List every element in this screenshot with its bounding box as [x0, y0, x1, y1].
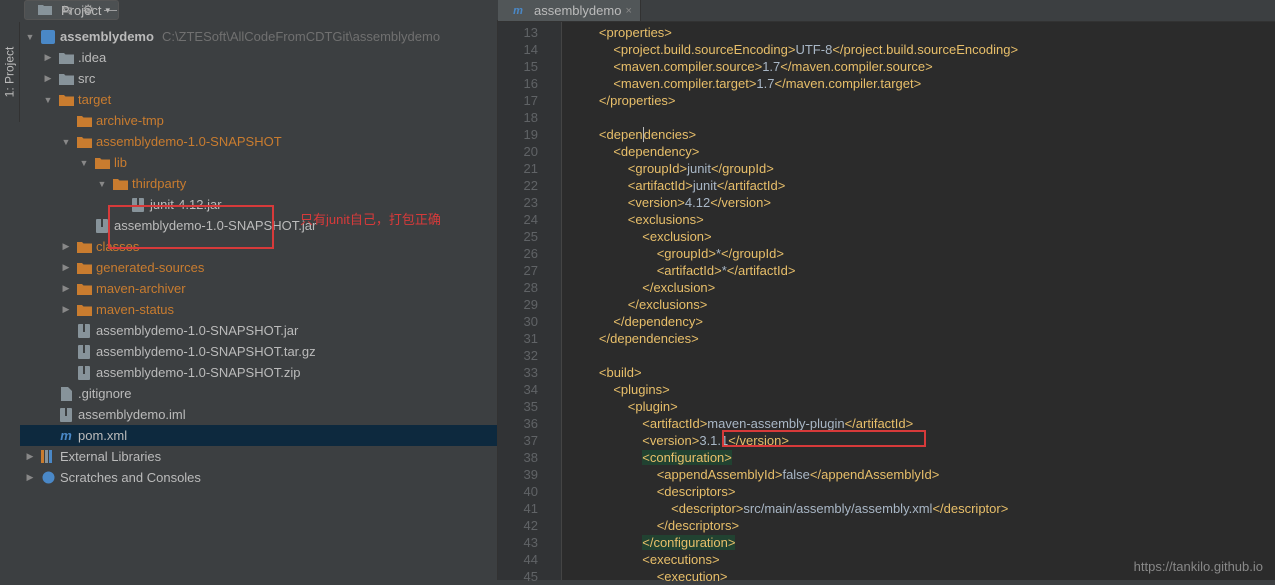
maven-icon: m: [58, 428, 74, 444]
tree-item[interactable]: thirdparty: [20, 173, 497, 194]
tree-item[interactable]: mpom.xml: [20, 425, 497, 446]
code-line[interactable]: </properties>: [570, 92, 1275, 109]
code-line[interactable]: <maven.compiler.target>1.7</maven.compil…: [570, 75, 1275, 92]
editor-area: m assemblydemo × 13141516171819202122232…: [498, 0, 1275, 580]
tree-item[interactable]: archive-tmp: [20, 110, 497, 131]
file-icon: [58, 386, 74, 402]
archive-icon: [58, 407, 74, 423]
folder-orange-icon: [76, 113, 92, 129]
code-line[interactable]: </descriptors>: [570, 517, 1275, 534]
code-line[interactable]: <version>4.12</version>: [570, 194, 1275, 211]
tree-item[interactable]: maven-status: [20, 299, 497, 320]
code-line[interactable]: <properties>: [570, 24, 1275, 41]
project-tool-tab[interactable]: 1: Project: [0, 22, 20, 122]
tree-item[interactable]: assemblydemo-1.0-SNAPSHOT.jar: [20, 320, 497, 341]
tree-item[interactable]: target: [20, 89, 497, 110]
tree-item[interactable]: lib: [20, 152, 497, 173]
code-line[interactable]: <artifactId>junit</artifactId>: [570, 177, 1275, 194]
watermark: https://tankilo.github.io: [1134, 559, 1263, 574]
code-line[interactable]: </exclusion>: [570, 279, 1275, 296]
code-line[interactable]: <descriptor>src/main/assembly/assembly.x…: [570, 500, 1275, 517]
code-line[interactable]: <exclusion>: [570, 228, 1275, 245]
folder-orange-icon: [58, 92, 74, 108]
tree-item[interactable]: assemblydemo-1.0-SNAPSHOT.tar.gz: [20, 341, 497, 362]
code-line[interactable]: </configuration>: [570, 534, 1275, 551]
folder-orange-icon: [76, 239, 92, 255]
folder-orange-icon: [94, 155, 110, 171]
code-line[interactable]: <artifactId>*</artifactId>: [570, 262, 1275, 279]
archive-icon: [76, 365, 92, 381]
module-icon: [40, 29, 56, 45]
scratch-icon: [40, 470, 56, 486]
code-line[interactable]: [570, 347, 1275, 364]
code-line[interactable]: <build>: [570, 364, 1275, 381]
folder-icon: [58, 71, 74, 87]
folder-icon: [37, 2, 53, 18]
tree-item[interactable]: generated-sources: [20, 257, 497, 278]
code-line[interactable]: <configuration>: [570, 449, 1275, 466]
code-line[interactable]: </dependencies>: [570, 330, 1275, 347]
gutter-glyphs: [546, 22, 562, 580]
project-panel-toolbar: Project ▾ ⇆ ⚙ —: [20, 0, 123, 20]
code-line[interactable]: <plugins>: [570, 381, 1275, 398]
code-line[interactable]: <dependency>: [570, 143, 1275, 160]
tree-root[interactable]: assemblydemoC:\ZTESoft\AllCodeFromCDTGit…: [20, 26, 497, 47]
code-line[interactable]: <plugin>: [570, 398, 1275, 415]
tree-item[interactable]: Scratches and Consoles: [20, 467, 497, 488]
code-line[interactable]: </exclusions>: [570, 296, 1275, 313]
code-line[interactable]: <descriptors>: [570, 483, 1275, 500]
code-line[interactable]: [570, 109, 1275, 126]
annotation-text: 只有junit自己，打包正确: [300, 209, 441, 228]
folder-orange-icon: [76, 134, 92, 150]
project-tree-panel: assemblydemoC:\ZTESoft\AllCodeFromCDTGit…: [20, 20, 498, 580]
code-line[interactable]: <exclusions>: [570, 211, 1275, 228]
tree-item[interactable]: assemblydemo-1.0-SNAPSHOT.zip: [20, 362, 497, 383]
tree-item[interactable]: assemblydemo.iml: [20, 404, 497, 425]
code-line[interactable]: </dependency>: [570, 313, 1275, 330]
folder-orange-icon: [76, 302, 92, 318]
collapse-icon[interactable]: ⇆: [61, 2, 72, 18]
tree-item[interactable]: assemblydemo-1.0-SNAPSHOT: [20, 131, 497, 152]
folder-orange-icon: [76, 260, 92, 276]
editor-tab-bar: m assemblydemo ×: [498, 0, 1275, 22]
code-line[interactable]: <project.build.sourceEncoding>UTF-8</pro…: [570, 41, 1275, 58]
code-editor[interactable]: <properties> <project.build.sourceEncodi…: [562, 22, 1275, 580]
code-line[interactable]: <dependencies>: [570, 126, 1275, 143]
lib-icon: [40, 449, 56, 465]
line-number-gutter[interactable]: 1314151617181920212223242526272829303132…: [498, 22, 546, 580]
gear-icon[interactable]: ⚙: [82, 2, 94, 18]
archive-icon: [76, 344, 92, 360]
code-line[interactable]: <maven.compiler.source>1.7</maven.compil…: [570, 58, 1275, 75]
code-annotation-box: [722, 430, 926, 447]
tree-item[interactable]: src: [20, 68, 497, 89]
tree-item[interactable]: External Libraries: [20, 446, 497, 467]
folder-orange-icon: [112, 176, 128, 192]
code-line[interactable]: <appendAssemblyId>false</appendAssemblyI…: [570, 466, 1275, 483]
folder-orange-icon: [76, 281, 92, 297]
hide-icon[interactable]: —: [104, 2, 117, 18]
maven-icon: m: [510, 3, 526, 19]
tree-item[interactable]: maven-archiver: [20, 278, 497, 299]
folder-icon: [58, 50, 74, 66]
editor-tab[interactable]: m assemblydemo ×: [498, 0, 641, 21]
annotation-box: [108, 205, 274, 249]
tab-label: assemblydemo: [534, 3, 621, 18]
code-line[interactable]: <groupId>junit</groupId>: [570, 160, 1275, 177]
archive-icon: [76, 323, 92, 339]
close-icon[interactable]: ×: [625, 5, 631, 17]
tree-item[interactable]: .gitignore: [20, 383, 497, 404]
tree-item[interactable]: .idea: [20, 47, 497, 68]
code-line[interactable]: <groupId>*</groupId>: [570, 245, 1275, 262]
